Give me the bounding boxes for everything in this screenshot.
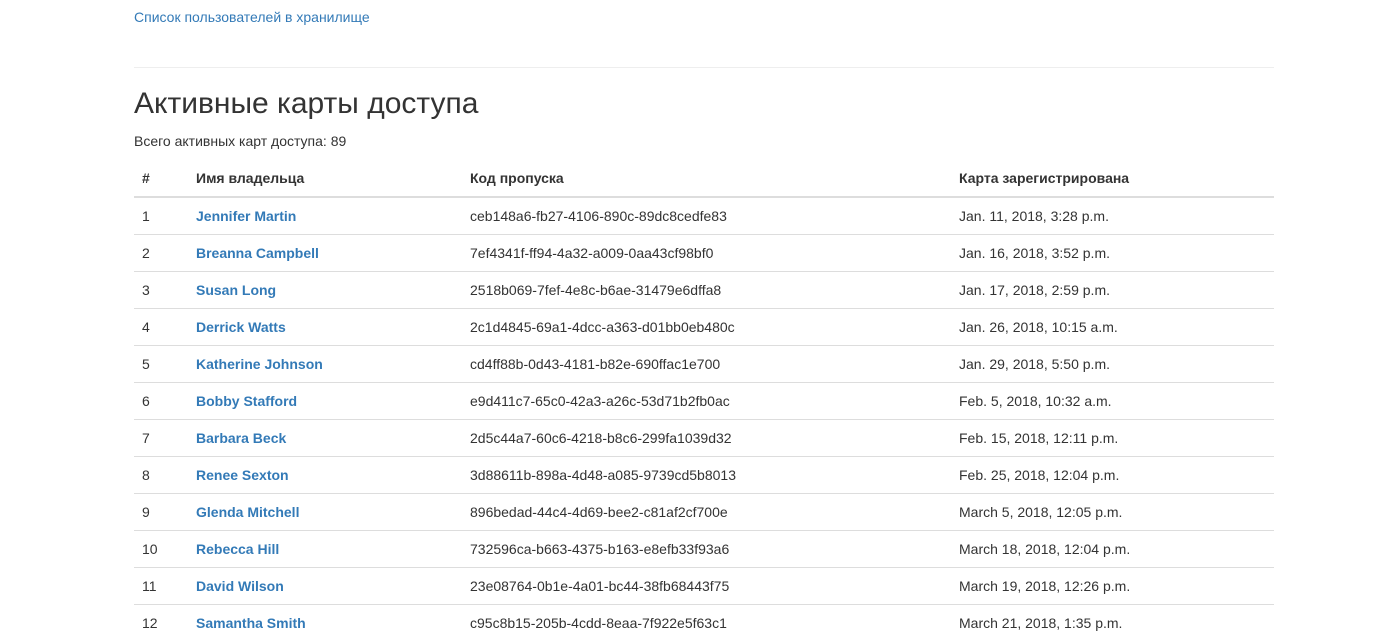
header-number: # (134, 160, 188, 198)
table-row: 1 Jennifer Martin ceb148a6-fb27-4106-890… (134, 197, 1274, 234)
registered-date: March 19, 2018, 12:26 p.m. (951, 566, 1274, 604)
header-registered: Карта зарегистрирована (951, 160, 1274, 198)
pass-code: 732596ca-b663-4375-b163-e8efb33f93a6 (462, 529, 951, 567)
registered-date: Jan. 11, 2018, 3:28 p.m. (959, 207, 1109, 224)
table-row: 3 Susan Long 2518b069-7fef-4e8c-b6ae-314… (134, 270, 1274, 308)
pass-code: 2d5c44a7-60c6-4218-b8c6-299fa1039d32 (462, 418, 951, 456)
table-row: 2 Breanna Campbell 7ef4341f-ff94-4a32-a0… (134, 233, 1274, 271)
registered-date: Feb. 5, 2018, 10:32 a.m. (951, 381, 1274, 419)
row-number: 9 (134, 492, 188, 530)
owner-cell: Breanna Campbell (188, 233, 462, 271)
owner-link[interactable]: Renee Sexton (196, 467, 289, 483)
table-row: 4 Derrick Watts 2c1d4845-69a1-4dcc-a363-… (134, 307, 1274, 345)
header-owner: Имя владельца (188, 160, 462, 198)
owner-cell: Samantha Smith (188, 603, 462, 641)
owner-link[interactable]: Jennifer Martin (196, 208, 296, 224)
header-code: Код пропуска (462, 160, 951, 198)
pass-code: cd4ff88b-0d43-4181-b82e-690ffac1e700 (462, 344, 951, 382)
table-row: 9 Glenda Mitchell 896bedad-44c4-4d69-bee… (134, 492, 1274, 530)
table-row: 11 David Wilson 23e08764-0b1e-4a01-bc44-… (134, 566, 1274, 604)
access-cards-table: # Имя владельца Код пропуска Карта зарег… (134, 160, 1274, 641)
owner-link[interactable]: Katherine Johnson (196, 356, 323, 372)
pass-code: 23e08764-0b1e-4a01-bc44-38fb68443f75 (462, 566, 951, 604)
pass-code: 2c1d4845-69a1-4dcc-a363-d01bb0eb480c (462, 307, 951, 345)
owner-cell: Katherine Johnson (188, 344, 462, 382)
row-number: 12 (134, 603, 188, 641)
total-count: 89 (330, 133, 347, 149)
row-number: 2 (134, 233, 188, 271)
row-number: 1 (142, 207, 150, 224)
owner-link[interactable]: Bobby Stafford (196, 393, 297, 409)
registered-date: Jan. 29, 2018, 5:50 p.m. (951, 344, 1274, 382)
row-number: 11 (134, 566, 188, 604)
pass-code: e9d411c7-65c0-42a3-a26c-53d71b2fb0ac (462, 381, 951, 419)
registered-date: Jan. 16, 2018, 3:52 p.m. (951, 233, 1274, 271)
registered-date: March 21, 2018, 1:35 p.m. (951, 603, 1274, 641)
registered-date: Jan. 26, 2018, 10:15 a.m. (951, 307, 1274, 345)
registered-date: Feb. 15, 2018, 12:11 p.m. (951, 418, 1274, 456)
owner-link[interactable]: Rebecca Hill (196, 541, 279, 557)
pass-code: 2518b069-7fef-4e8c-b6ae-31479e6dffa8 (462, 270, 951, 308)
pass-code: ceb148a6-fb27-4106-890c-89dc8cedfe83 (470, 207, 727, 224)
total-label: Всего активных карт доступа: (134, 133, 327, 149)
table-body: 1 Jennifer Martin ceb148a6-fb27-4106-890… (134, 197, 1274, 641)
row-number: 7 (134, 418, 188, 456)
row-number: 8 (134, 455, 188, 493)
owner-cell: Renee Sexton (188, 455, 462, 493)
owner-link[interactable]: Samantha Smith (196, 615, 306, 631)
owner-link[interactable]: Glenda Mitchell (196, 504, 299, 520)
divider (134, 67, 1274, 68)
pass-code: 896bedad-44c4-4d69-bee2-c81af2cf700e (462, 492, 951, 530)
row-number: 3 (134, 270, 188, 308)
registered-date: Jan. 17, 2018, 2:59 p.m. (951, 270, 1274, 308)
owner-cell: Glenda Mitchell (188, 492, 462, 530)
owner-link[interactable]: David Wilson (196, 578, 284, 594)
page-title: Активные карты доступа (134, 87, 479, 120)
table-row: 12 Samantha Smith c95c8b15-205b-4cdd-8ea… (134, 603, 1274, 641)
owner-cell: Rebecca Hill (188, 529, 462, 567)
total-active-cards: Всего активных карт доступа: 89 (134, 133, 346, 149)
registered-date: March 18, 2018, 12:04 p.m. (951, 529, 1274, 567)
table-row: 8 Renee Sexton 3d88611b-898a-4d48-a085-9… (134, 455, 1274, 493)
row-number: 4 (134, 307, 188, 345)
row-number: 10 (134, 529, 188, 567)
pass-code: c95c8b15-205b-4cdd-8eaa-7f922e5f63c1 (462, 603, 951, 641)
row-number: 5 (134, 344, 188, 382)
owner-cell: Susan Long (188, 270, 462, 308)
owner-link[interactable]: Susan Long (196, 282, 276, 298)
table-header-row: # Имя владельца Код пропуска Карта зарег… (134, 160, 1274, 198)
row-number: 6 (134, 381, 188, 419)
pass-code: 3d88611b-898a-4d48-a085-9739cd5b8013 (462, 455, 951, 493)
owner-cell: Barbara Beck (188, 418, 462, 456)
owner-cell: Jennifer Martin (188, 197, 462, 234)
pass-code: 7ef4341f-ff94-4a32-a009-0aa43cf98bf0 (462, 233, 951, 271)
table-row: 6 Bobby Stafford e9d411c7-65c0-42a3-a26c… (134, 381, 1274, 419)
table-row: 10 Rebecca Hill 732596ca-b663-4375-b163-… (134, 529, 1274, 567)
users-list-link[interactable]: Список пользователей в хранилище (134, 9, 370, 25)
registered-date: Feb. 25, 2018, 12:04 p.m. (951, 455, 1274, 493)
registered-date: March 5, 2018, 12:05 p.m. (951, 492, 1274, 530)
owner-cell: Bobby Stafford (188, 381, 462, 419)
table-row: 7 Barbara Beck 2d5c44a7-60c6-4218-b8c6-2… (134, 418, 1274, 456)
owner-link[interactable]: Barbara Beck (196, 430, 286, 446)
owner-cell: Derrick Watts (188, 307, 462, 345)
owner-link[interactable]: Breanna Campbell (196, 245, 319, 261)
owner-cell: David Wilson (188, 566, 462, 604)
owner-link[interactable]: Derrick Watts (196, 319, 286, 335)
table-row: 5 Katherine Johnson cd4ff88b-0d43-4181-b… (134, 344, 1274, 382)
